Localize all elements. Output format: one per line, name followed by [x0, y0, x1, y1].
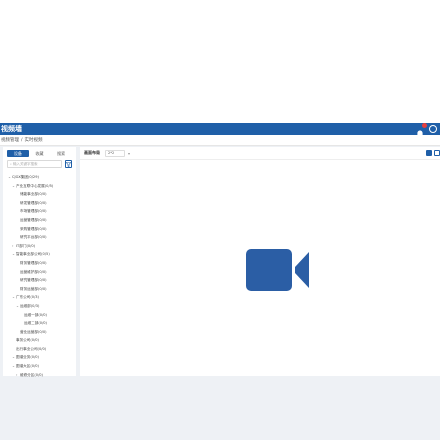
tree-node[interactable]: 研究平台部(0/0): [8, 233, 76, 242]
tree-node-label: 财务运营部(0/0): [20, 286, 47, 291]
gear-icon[interactable]: [429, 124, 437, 133]
breadcrumb: 视频管理 / 实时视频: [0, 135, 440, 146]
tree-node-label: 运营维护部(0/0): [20, 269, 47, 274]
search-input[interactable]: ⌕ 输入关键字搜索: [7, 160, 62, 168]
tree-node[interactable]: › 维修分区(0/0): [8, 371, 76, 380]
org-tree: ⌄CJGX集团(0/29) ⌄产业互联中心发展(0/5) 储能事业部(0/0) 研发管…: [3, 170, 76, 379]
tree-node-label: 图谱大区(0/0): [16, 364, 39, 369]
header-icons: [416, 123, 437, 139]
tree-node[interactable]: 出行事业公司(0/0): [8, 345, 76, 354]
workarea: 设备 收藏 搜索 ⌕ 输入关键字搜索 ⌄CJGX集团(0/29) ⌄产业互联中心发…: [0, 146, 440, 440]
tree-node-label: 图谱业务(0/0): [16, 355, 39, 360]
tree-node-label: 事务公司(0/0): [16, 338, 39, 343]
tree-node[interactable]: 财务运营部(0/0): [8, 285, 76, 294]
tab-favorites[interactable]: 收藏: [29, 150, 51, 157]
tree-node-label: CJGX集团(0/29): [12, 175, 39, 179]
sidebar-tabs: 设备 收藏 搜索: [3, 147, 76, 158]
breadcrumb-item[interactable]: 实时视频: [25, 138, 43, 143]
filter-icon[interactable]: [65, 160, 72, 168]
tree-node[interactable]: 研发管理部(0/0): [8, 199, 76, 208]
search-icon: ⌕: [10, 162, 12, 166]
tree-node-label: 储能事业部(0/0): [20, 192, 47, 197]
grid-view-icon[interactable]: [426, 150, 432, 156]
tab-search[interactable]: 搜索: [50, 150, 72, 157]
tree-node[interactable]: 运维二部(0/0): [8, 319, 76, 328]
tab-devices[interactable]: 设备: [7, 150, 29, 157]
view-buttons: [426, 150, 440, 156]
video-panel: 画面布局 2*2: [80, 147, 440, 376]
tree-node[interactable]: ⌄运维部(0/3): [8, 302, 76, 311]
tree-node[interactable]: ⌄图谱大区(0/0): [8, 362, 76, 371]
layout-toolbar: 画面布局 2*2: [80, 147, 440, 160]
tree-node-label: 产业互联中心发展(0/5): [16, 183, 54, 188]
tree-node-label: 运维一部(0/0): [24, 312, 47, 317]
tree-node[interactable]: ⌄CJGX集团(0/29): [8, 173, 76, 182]
tree-node[interactable]: 营业运营部(0/0): [8, 328, 76, 337]
layout-label: 画面布局: [84, 150, 100, 155]
tree-node[interactable]: › IT部门(0/0): [8, 242, 76, 251]
layout-select[interactable]: 2*2: [105, 149, 130, 157]
search-row: ⌕ 输入关键字搜索: [3, 158, 76, 170]
app-title: 视频墙: [1, 125, 22, 133]
tree-node[interactable]: 市场管理部(0/0): [8, 207, 76, 216]
tree-node[interactable]: 运维一部(0/0): [8, 311, 76, 320]
tree-node[interactable]: ⌄智能事业部公司(0/5): [8, 250, 76, 259]
tree-node-label: 研发管理部(0/0): [20, 200, 47, 205]
tree-node-label: 运维二部(0/0): [24, 321, 47, 326]
tree-node[interactable]: 研究管理部(0/0): [8, 276, 76, 285]
tree-node[interactable]: 运营管理部(0/0): [8, 216, 76, 225]
tree-node-label: 采购管理部(0/0): [20, 226, 47, 231]
tree-node-label: 维修分区(0/0): [20, 372, 43, 377]
tree-node-label: 市场管理部(0/0): [20, 209, 47, 214]
tree-node-label: 运维部(0/3): [20, 303, 40, 308]
fullscreen-icon[interactable]: [434, 150, 440, 156]
breadcrumb-item[interactable]: 视频管理: [1, 138, 19, 143]
bell-icon[interactable]: [416, 123, 427, 139]
tree-node-label: 运营管理部(0/0): [20, 217, 47, 222]
tree-node-label: 财务管理部(0/0): [20, 260, 47, 265]
tree-node[interactable]: 财务管理部(0/0): [8, 259, 76, 268]
tree-node-label: 出行事业公司(0/0): [16, 346, 47, 351]
tree-node-label: IT部门(0/0): [16, 243, 36, 248]
tree-node[interactable]: ⌄广东公司(0/3): [8, 293, 76, 302]
tree-node-label: 广东公司(0/3): [16, 295, 39, 300]
tree-node[interactable]: ⌄产业互联中心发展(0/5): [8, 182, 76, 191]
tree-node[interactable]: ⌄图谱业务(0/0): [8, 353, 76, 362]
tree-node[interactable]: 运营维护部(0/0): [8, 268, 76, 277]
tree-node-label: 营业运营部(0/0): [20, 329, 47, 334]
breadcrumb-separator: /: [21, 138, 23, 143]
notification-badge: [422, 123, 427, 128]
tree-node[interactable]: 事务公司(0/0): [8, 336, 76, 345]
device-sidebar: 设备 收藏 搜索 ⌕ 输入关键字搜索 ⌄CJGX集团(0/29) ⌄产业互联中心发…: [3, 147, 76, 379]
tree-node[interactable]: 采购管理部(0/0): [8, 225, 76, 234]
tree-node-label: 研究管理部(0/0): [20, 278, 47, 283]
tree-node[interactable]: 储能事业部(0/0): [8, 190, 76, 199]
video-camera-icon: [246, 249, 310, 295]
search-placeholder: 输入关键字搜索: [12, 162, 38, 166]
tree-node-label: 研究平台部(0/0): [20, 235, 47, 240]
tree-node-label: 智能事业部公司(0/5): [16, 252, 50, 257]
top-header: 视频墙: [0, 123, 440, 139]
